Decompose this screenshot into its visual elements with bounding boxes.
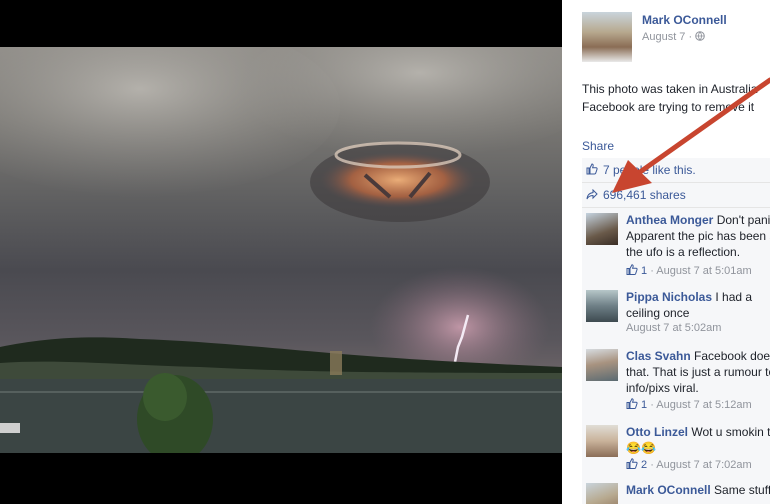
comment-like-count[interactable]: 1 [641,399,647,411]
comment-body: Otto Linzel Wot u smokin th 😂😂 [626,424,770,456]
comment-body: Pippa Nicholas I had a ceiling once [626,289,770,321]
comment-item: Clas Svahn Facebook does that. That is j… [582,344,770,416]
comment-body: Mark OConnell Same stuff [626,482,770,498]
comment-item: Pippa Nicholas I had a ceiling once Augu… [582,285,770,339]
comment-time[interactable]: · August 7 at 7:02am [650,459,752,471]
comment-meta: 2 · August 7 at 7:02am [626,458,752,471]
commenter-name[interactable]: Mark OConnell [626,483,711,497]
commenter-avatar[interactable] [586,213,618,245]
likes-summary[interactable]: 7 people like this. [582,158,770,183]
thumbs-up-icon [626,398,638,409]
comment-like-count[interactable]: 1 [641,265,647,277]
comment-like-count[interactable]: 2 [641,459,647,471]
comment-meta: 1 · August 7 at 5:12am [626,398,752,411]
share-arrow-icon [586,189,598,200]
commenter-name[interactable]: Otto Linzel [626,425,688,439]
comment-time[interactable]: · August 7 at 5:12am [650,399,752,411]
comment-meta: August 7 at 5:02am [626,322,721,334]
comment-meta: 1 · August 7 at 5:01am [626,264,752,277]
commenter-name[interactable]: Anthea Monger [626,213,713,227]
commenter-avatar[interactable] [586,290,618,322]
comment-item: Otto Linzel Wot u smokin th 😂😂 2 · Augus… [582,420,770,476]
comment-body: Anthea Monger Don't panic Apparent the p… [626,212,770,260]
comment-item: Anthea Monger Don't panic Apparent the p… [582,208,770,280]
thumbs-up-icon [626,458,638,469]
share-link[interactable]: Share [582,139,614,153]
feedback-section: 7 people like this. 696,461 shares Anthe… [582,158,770,504]
author-avatar[interactable] [582,12,632,62]
likes-count-text: 7 people like this. [603,163,696,177]
commenter-name[interactable]: Pippa Nicholas [626,290,712,304]
post-date[interactable]: August 7 [642,31,685,43]
ufo-storm-photo[interactable] [0,47,562,453]
commenter-avatar[interactable] [586,349,618,381]
photo-viewer [0,0,562,504]
globe-icon [695,31,706,41]
commenter-avatar[interactable] [586,483,618,504]
commenter-name[interactable]: Clas Svahn [626,349,691,363]
comment-time[interactable]: · August 7 at 5:01am [650,265,752,277]
post-meta: August 7 · [642,31,706,43]
post-sidebar: Mark OConnell August 7 · This photo was … [562,0,770,504]
meta-separator: · [688,31,693,43]
comment-item: Mark OConnell Same stuff [582,478,770,504]
thumbs-up-icon [626,264,638,275]
author-name-link[interactable]: Mark OConnell [642,13,727,27]
comment-time[interactable]: August 7 at 5:02am [626,322,721,334]
shares-count-text: 696,461 shares [603,188,686,202]
thumbs-up-icon [586,163,598,175]
photo-scene [0,47,562,453]
post-text: This photo was taken in Australia Facebo… [582,82,758,114]
commenter-avatar[interactable] [586,425,618,457]
comment-text: Same stuff [714,483,770,497]
comment-body: Clas Svahn Facebook does that. That is j… [626,348,770,396]
shares-summary[interactable]: 696,461 shares [582,183,770,208]
